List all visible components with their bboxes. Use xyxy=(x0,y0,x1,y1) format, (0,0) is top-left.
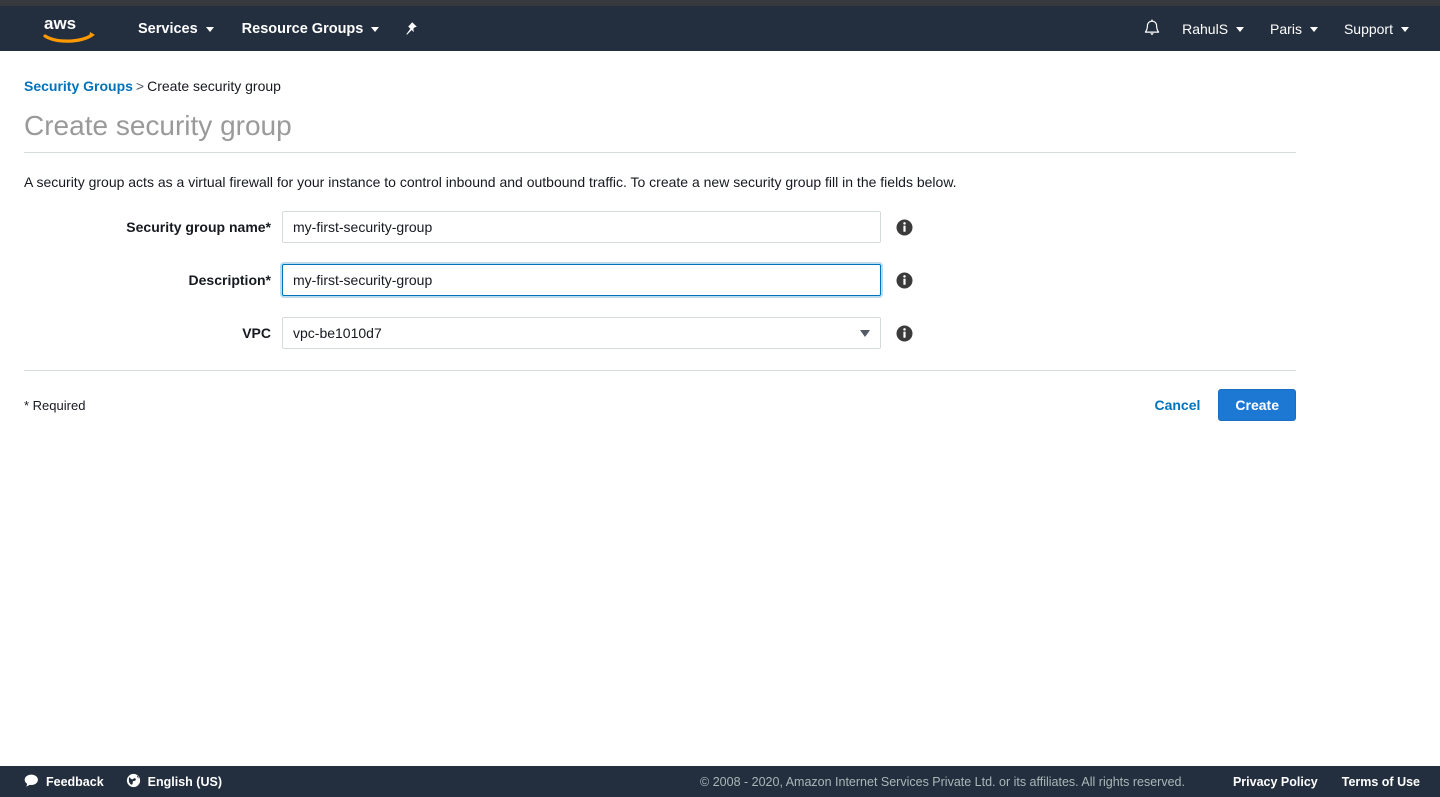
global-navigation-bar: aws Services Resource Groups xyxy=(0,6,1440,51)
info-icon-description[interactable] xyxy=(896,272,913,289)
page-footer: Feedback English (US) © 2008 - 2020, Ama… xyxy=(0,766,1440,797)
page-title: Create security group xyxy=(24,109,1296,153)
nav-item-resource-groups[interactable]: Resource Groups xyxy=(228,6,394,51)
feedback-link[interactable]: Feedback xyxy=(24,774,126,790)
nav-item-region-label: Paris xyxy=(1270,21,1302,37)
nav-item-support-label: Support xyxy=(1344,21,1393,37)
pushpin-icon[interactable] xyxy=(393,6,427,51)
language-link[interactable]: English (US) xyxy=(126,773,244,791)
form-row-security-group-name: Security group name* xyxy=(0,211,1440,243)
breadcrumb: Security Groups>Create security group xyxy=(24,77,1440,95)
page-intro-text: A security group acts as a virtual firew… xyxy=(24,173,1440,191)
action-buttons: Cancel Create xyxy=(1150,389,1296,421)
nav-item-services[interactable]: Services xyxy=(124,6,228,51)
info-icon-security-group-name[interactable] xyxy=(896,219,913,236)
form-actions: * Required Cancel Create xyxy=(24,371,1296,421)
chevron-down-icon xyxy=(1401,27,1409,32)
speech-bubble-icon xyxy=(24,774,39,790)
label-security-group-name: Security group name* xyxy=(0,219,282,235)
nav-item-account-rahuls[interactable]: RahulS xyxy=(1169,6,1257,51)
globe-icon xyxy=(126,773,141,791)
label-vpc: VPC xyxy=(0,325,282,341)
form-row-vpc: VPC vpc-be1010d7 xyxy=(0,317,1440,349)
aws-logo[interactable]: aws xyxy=(40,6,100,51)
security-group-name-input[interactable] xyxy=(282,211,881,243)
vpc-select-value: vpc-be1010d7 xyxy=(293,325,382,341)
chevron-down-icon xyxy=(206,27,214,32)
main-content: Security Groups>Create security group Cr… xyxy=(0,51,1440,421)
info-icon-vpc[interactable] xyxy=(896,325,913,342)
copyright-text: © 2008 - 2020, Amazon Internet Services … xyxy=(700,775,1209,789)
aws-console-page: aws Services Resource Groups xyxy=(0,0,1440,797)
svg-text:aws: aws xyxy=(44,14,76,33)
vpc-select[interactable]: vpc-be1010d7 xyxy=(282,317,881,349)
privacy-policy-link[interactable]: Privacy Policy xyxy=(1209,775,1318,789)
nav-item-support[interactable]: Support xyxy=(1331,6,1422,51)
nav-right-group: RahulS Paris Support xyxy=(1135,6,1440,51)
label-description: Description* xyxy=(0,272,282,288)
breadcrumb-link-security-groups[interactable]: Security Groups xyxy=(24,78,133,94)
field-wrap-vpc: vpc-be1010d7 xyxy=(282,317,881,349)
feedback-label: Feedback xyxy=(46,775,104,789)
terms-of-use-link[interactable]: Terms of Use xyxy=(1318,775,1420,789)
nav-item-region-paris[interactable]: Paris xyxy=(1257,6,1331,51)
language-label: English (US) xyxy=(148,775,222,789)
required-note: * Required xyxy=(24,398,85,413)
nav-item-account-label: RahulS xyxy=(1182,21,1228,37)
cancel-button[interactable]: Cancel xyxy=(1150,391,1204,419)
nav-item-services-label: Services xyxy=(138,21,198,37)
footer-right-group: © 2008 - 2020, Amazon Internet Services … xyxy=(700,775,1440,789)
bell-icon[interactable] xyxy=(1135,6,1169,51)
chevron-down-icon xyxy=(1236,27,1244,32)
chevron-down-icon xyxy=(371,27,379,32)
description-input[interactable] xyxy=(282,264,881,296)
breadcrumb-separator: > xyxy=(136,78,144,94)
create-security-group-form: Security group name* Description* xyxy=(0,211,1440,349)
breadcrumb-current: Create security group xyxy=(147,78,281,94)
chevron-down-icon xyxy=(1310,27,1318,32)
nav-left-group: aws Services Resource Groups xyxy=(0,6,427,51)
nav-item-resource-groups-label: Resource Groups xyxy=(242,21,364,37)
footer-left-group: Feedback English (US) xyxy=(24,773,244,791)
form-row-description: Description* xyxy=(0,264,1440,296)
create-button[interactable]: Create xyxy=(1218,389,1296,421)
field-wrap-description xyxy=(282,264,881,296)
field-wrap-security-group-name xyxy=(282,211,881,243)
